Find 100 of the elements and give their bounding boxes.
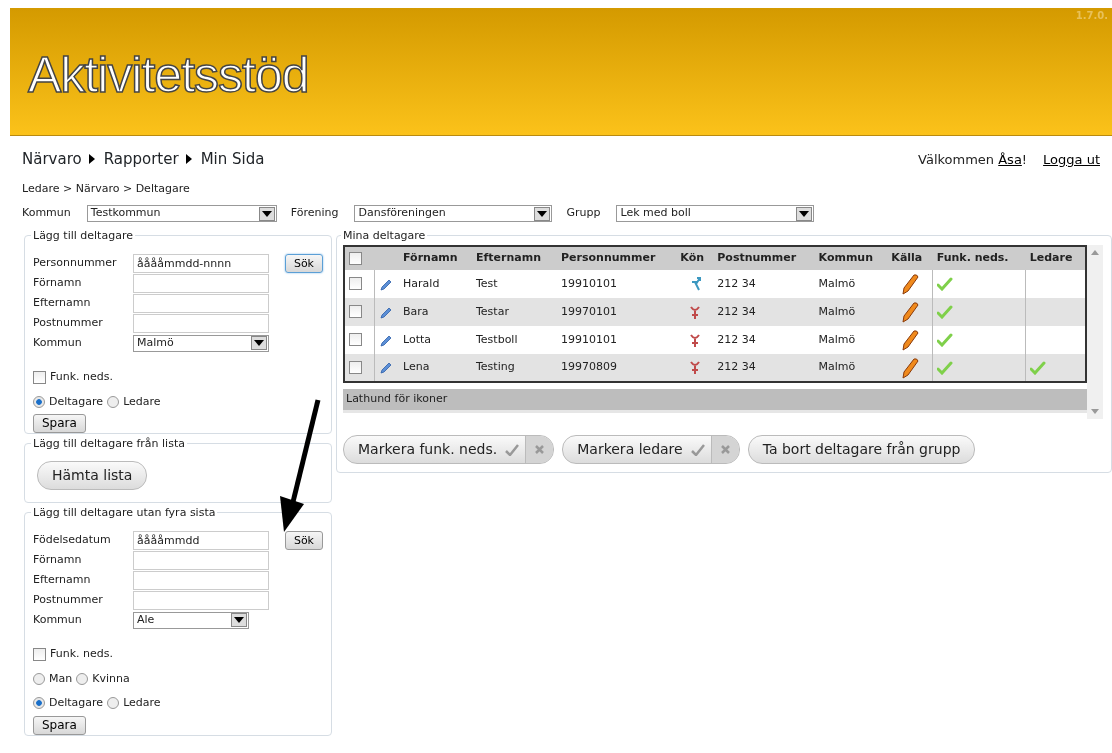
- user-link[interactable]: Åsa: [998, 149, 1022, 169]
- input-field[interactable]: ååååmmdd-nnnn: [133, 253, 269, 273]
- checkbox[interactable]: [349, 333, 362, 347]
- clear-button[interactable]: [525, 436, 554, 463]
- panel-title: Mina deltagare: [342, 230, 427, 241]
- arrow-icon: [88, 153, 95, 164]
- menu-item[interactable]: Min Sida: [200, 148, 265, 171]
- scrollbar[interactable]: [1087, 245, 1103, 419]
- breadcrumb: Ledare > Närvaro > Deltagare: [22, 181, 190, 195]
- column-header: Kön: [676, 246, 714, 270]
- radio-label: Kvinna: [92, 670, 130, 687]
- field-label: Efternamn: [33, 571, 92, 588]
- radio-label: Ledare: [123, 695, 161, 711]
- table-cell: Malmö: [814, 354, 888, 382]
- checkbox[interactable]: [349, 360, 362, 374]
- action-button[interactable]: Markera funk. neds.: [343, 435, 555, 464]
- dropdown[interactable]: Malmö: [133, 334, 269, 352]
- filter-label: Förening: [290, 205, 339, 222]
- logout-link[interactable]: Logga ut: [1043, 149, 1100, 169]
- column-header: Postnummer: [713, 246, 815, 270]
- table-cell: 212 34: [713, 298, 815, 326]
- input-field[interactable]: [133, 293, 269, 313]
- input-field[interactable]: ååååmmdd: [133, 530, 269, 550]
- input-field[interactable]: [133, 313, 269, 333]
- table-cell: 212 34: [713, 354, 815, 382]
- radio-button[interactable]: [76, 672, 89, 685]
- table-cell: Malmö: [814, 326, 888, 354]
- table-cell: 19970809: [557, 354, 677, 382]
- menu-item[interactable]: Rapporter: [103, 148, 179, 171]
- pencil-icon: [899, 329, 920, 351]
- field-label: Personnummer: [33, 254, 118, 271]
- edit-icon[interactable]: [378, 305, 392, 319]
- filter-label: Kommun: [22, 205, 71, 222]
- welcome-text: Välkommen: [918, 150, 995, 169]
- checkbox[interactable]: [33, 370, 46, 384]
- edit-icon[interactable]: [378, 277, 392, 291]
- checkbox-label: Funk. neds.: [50, 646, 113, 662]
- edit-icon[interactable]: [378, 333, 392, 347]
- close-icon: [719, 444, 731, 455]
- input-field[interactable]: [133, 550, 269, 570]
- dropdown[interactable]: Testkommun: [86, 205, 277, 222]
- radio-button[interactable]: [33, 395, 45, 408]
- table-cell: 19910101: [557, 326, 677, 354]
- action-button[interactable]: Markera ledare: [562, 435, 740, 464]
- clear-button[interactable]: [710, 436, 739, 463]
- action-button[interactable]: Ta bort deltagare från grupp: [747, 435, 976, 464]
- table-cell: Test: [472, 270, 558, 298]
- table-cell: Bara: [399, 298, 472, 326]
- column-header: Personnummer: [557, 246, 677, 270]
- edit-icon[interactable]: [378, 361, 392, 374]
- radio-button[interactable]: [107, 395, 120, 408]
- radio-button[interactable]: [33, 672, 45, 685]
- table-cell: 212 34: [713, 326, 815, 354]
- save-button[interactable]: Spara: [33, 414, 86, 433]
- pencil-icon: [899, 301, 920, 323]
- input-field[interactable]: [133, 570, 269, 590]
- table-cell: 19910101: [557, 270, 677, 298]
- radio-label: Deltagare: [49, 393, 104, 410]
- panel-title: Lägg till deltagare utan fyra sista: [32, 507, 217, 518]
- field-label: Kommun: [33, 334, 83, 351]
- dropdown[interactable]: Dansföreningen: [354, 205, 553, 222]
- menu-item[interactable]: Närvaro: [22, 148, 82, 171]
- fetch-list-button[interactable]: Hämta lista: [37, 461, 148, 490]
- checkbox[interactable]: [349, 305, 362, 319]
- column-header: Källa: [887, 246, 933, 270]
- column-header: Förnamn: [399, 246, 472, 270]
- logo: Aktivitetsstöd: [28, 46, 309, 105]
- field-label: Postnummer: [33, 314, 104, 331]
- field-label: Förnamn: [33, 274, 83, 291]
- close-icon: [534, 444, 546, 455]
- table-cell: 19970101: [557, 298, 677, 326]
- pencil-icon: [899, 356, 920, 379]
- save-button[interactable]: Spara: [33, 715, 86, 735]
- check-icon: [505, 443, 520, 456]
- table-cell: Lotta: [399, 326, 472, 354]
- search-button[interactable]: Sök: [284, 530, 323, 550]
- radio-label: Ledare: [123, 393, 161, 410]
- checkbox-label: Funk. neds.: [50, 369, 113, 385]
- dropdown[interactable]: Ale: [133, 611, 249, 629]
- column-header: Efternamn: [472, 246, 558, 270]
- input-field[interactable]: [133, 590, 269, 610]
- checkbox[interactable]: [33, 647, 46, 661]
- pencil-icon: [899, 273, 920, 295]
- field-label: Postnummer: [33, 591, 104, 608]
- input-field[interactable]: [133, 273, 269, 293]
- radio-button[interactable]: [33, 697, 45, 710]
- search-button[interactable]: Sök: [284, 253, 323, 273]
- legend-bar[interactable]: Lathund för ikoner: [343, 389, 1087, 413]
- radio-label: Man: [49, 670, 73, 687]
- table-cell: Testing: [472, 354, 558, 382]
- column-header: Ledare: [1025, 246, 1086, 270]
- panel-title: Lägg till deltagare: [32, 230, 134, 241]
- table-cell: 212 34: [713, 270, 815, 298]
- check-icon: [690, 443, 705, 456]
- radio-button[interactable]: [107, 697, 120, 710]
- dropdown[interactable]: Lek med boll: [616, 205, 815, 222]
- checkbox[interactable]: [349, 277, 362, 291]
- table-cell: Lena: [399, 354, 472, 382]
- checkbox[interactable]: [349, 251, 362, 265]
- table-cell: Malmö: [814, 270, 888, 298]
